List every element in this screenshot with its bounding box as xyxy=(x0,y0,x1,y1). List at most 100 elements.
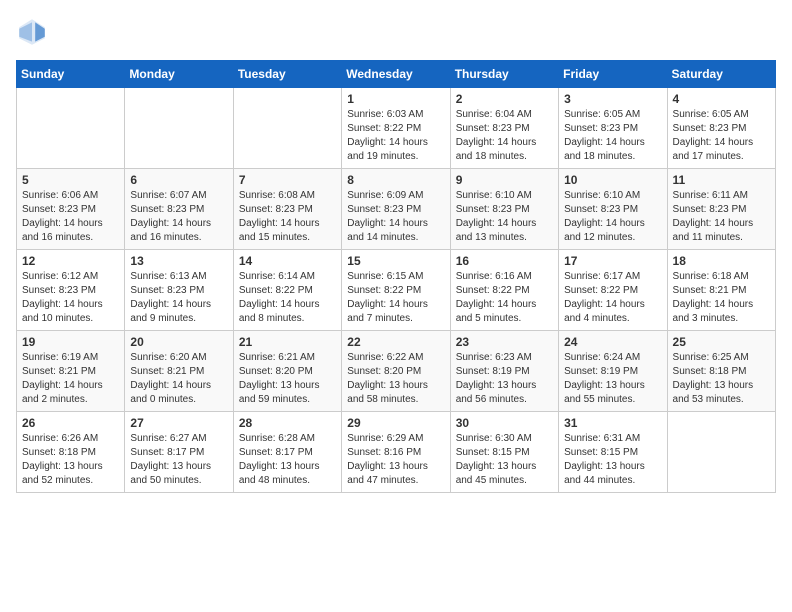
calendar-cell: 1Sunrise: 6:03 AM Sunset: 8:22 PM Daylig… xyxy=(342,88,450,169)
calendar-cell: 2 Sunrise: 6:04 AM Sunset: 8:23 PM Daylig… xyxy=(450,88,558,169)
logo-icon xyxy=(16,16,48,48)
day-number: 17 xyxy=(564,254,661,268)
page-header xyxy=(16,16,776,48)
day-info: Sunrise: 6:23 AM Sunset: 8:19 PM Dayligh… xyxy=(456,351,553,407)
day-info: Sunrise: 6:10 AM Sunset: 8:23 PM Dayligh… xyxy=(564,189,661,245)
day-number: 16 xyxy=(456,254,553,268)
calendar-cell: 31Sunrise: 6:31 AM Sunset: 8:15 PM Dayli… xyxy=(559,412,667,493)
day-number: 29 xyxy=(347,416,444,430)
day-info: Sunrise: 6:08 AM Sunset: 8:23 PM Dayligh… xyxy=(239,189,336,245)
calendar-cell: 27 Sunrise: 6:27 AM Sunset: 8:17 PM Dayli… xyxy=(125,412,233,493)
calendar-week-row: 19 Sunrise: 6:19 AM Sunset: 8:21 PM Dayli… xyxy=(17,331,776,412)
day-number: 10 xyxy=(564,173,661,187)
day-info: Sunrise: 6:29 AM Sunset: 8:16 PM Dayligh… xyxy=(347,432,444,488)
day-info: Sunrise: 6:30 AM Sunset: 8:15 PM Dayligh… xyxy=(456,432,553,488)
day-info: Sunrise: 6:05 AM Sunset: 8:23 PM Dayligh… xyxy=(564,108,661,164)
day-number: 24 xyxy=(564,335,661,349)
calendar-cell: 6 Sunrise: 6:07 AM Sunset: 8:23 PM Daylig… xyxy=(125,169,233,250)
day-number: 26 xyxy=(22,416,119,430)
day-info: Sunrise: 6:28 AM Sunset: 8:17 PM Dayligh… xyxy=(239,432,336,488)
day-info: Sunrise: 6:24 AM Sunset: 8:19 PM Dayligh… xyxy=(564,351,661,407)
calendar-cell: 21Sunrise: 6:21 AM Sunset: 8:20 PM Dayli… xyxy=(233,331,341,412)
day-number: 3 xyxy=(564,92,661,106)
days-of-week-row: SundayMondayTuesdayWednesdayThursdayFrid… xyxy=(17,61,776,88)
calendar-body: 1Sunrise: 6:03 AM Sunset: 8:22 PM Daylig… xyxy=(17,88,776,493)
day-info: Sunrise: 6:20 AM Sunset: 8:21 PM Dayligh… xyxy=(130,351,227,407)
day-info: Sunrise: 6:15 AM Sunset: 8:22 PM Dayligh… xyxy=(347,270,444,326)
calendar-cell xyxy=(233,88,341,169)
day-number: 4 xyxy=(673,92,770,106)
day-info: Sunrise: 6:14 AM Sunset: 8:22 PM Dayligh… xyxy=(239,270,336,326)
day-number: 1 xyxy=(347,92,444,106)
dow-header: Saturday xyxy=(667,61,775,88)
day-number: 28 xyxy=(239,416,336,430)
calendar-cell: 12Sunrise: 6:12 AM Sunset: 8:23 PM Dayli… xyxy=(17,250,125,331)
day-info: Sunrise: 6:19 AM Sunset: 8:21 PM Dayligh… xyxy=(22,351,119,407)
day-info: Sunrise: 6:06 AM Sunset: 8:23 PM Dayligh… xyxy=(22,189,119,245)
day-info: Sunrise: 6:17 AM Sunset: 8:22 PM Dayligh… xyxy=(564,270,661,326)
dow-header: Friday xyxy=(559,61,667,88)
day-number: 7 xyxy=(239,173,336,187)
calendar-cell: 23 Sunrise: 6:23 AM Sunset: 8:19 PM Dayli… xyxy=(450,331,558,412)
calendar-cell: 16Sunrise: 6:16 AM Sunset: 8:22 PM Dayli… xyxy=(450,250,558,331)
day-info: Sunrise: 6:10 AM Sunset: 8:23 PM Dayligh… xyxy=(456,189,553,245)
day-number: 13 xyxy=(130,254,227,268)
day-number: 2 xyxy=(456,92,553,106)
day-info: Sunrise: 6:27 AM Sunset: 8:17 PM Dayligh… xyxy=(130,432,227,488)
day-info: Sunrise: 6:22 AM Sunset: 8:20 PM Dayligh… xyxy=(347,351,444,407)
calendar-cell: 20Sunrise: 6:20 AM Sunset: 8:21 PM Dayli… xyxy=(125,331,233,412)
day-number: 25 xyxy=(673,335,770,349)
calendar-cell: 30 Sunrise: 6:30 AM Sunset: 8:15 PM Dayli… xyxy=(450,412,558,493)
calendar-cell: 17 Sunrise: 6:17 AM Sunset: 8:22 PM Dayli… xyxy=(559,250,667,331)
day-number: 30 xyxy=(456,416,553,430)
calendar-cell: 22 Sunrise: 6:22 AM Sunset: 8:20 PM Dayli… xyxy=(342,331,450,412)
dow-header: Monday xyxy=(125,61,233,88)
day-info: Sunrise: 6:18 AM Sunset: 8:21 PM Dayligh… xyxy=(673,270,770,326)
day-number: 21 xyxy=(239,335,336,349)
calendar-cell: 29 Sunrise: 6:29 AM Sunset: 8:16 PM Dayli… xyxy=(342,412,450,493)
day-number: 14 xyxy=(239,254,336,268)
calendar-cell: 5 Sunrise: 6:06 AM Sunset: 8:23 PM Daylig… xyxy=(17,169,125,250)
day-number: 27 xyxy=(130,416,227,430)
calendar-cell: 18 Sunrise: 6:18 AM Sunset: 8:21 PM Dayli… xyxy=(667,250,775,331)
calendar-cell: 25Sunrise: 6:25 AM Sunset: 8:18 PM Dayli… xyxy=(667,331,775,412)
calendar-cell: 9 Sunrise: 6:10 AM Sunset: 8:23 PM Daylig… xyxy=(450,169,558,250)
logo xyxy=(16,16,52,48)
calendar-cell: 14 Sunrise: 6:14 AM Sunset: 8:22 PM Dayli… xyxy=(233,250,341,331)
calendar-cell: 13 Sunrise: 6:13 AM Sunset: 8:23 PM Dayli… xyxy=(125,250,233,331)
calendar-cell: 24 Sunrise: 6:24 AM Sunset: 8:19 PM Dayli… xyxy=(559,331,667,412)
dow-header: Sunday xyxy=(17,61,125,88)
dow-header: Tuesday xyxy=(233,61,341,88)
calendar-week-row: 12Sunrise: 6:12 AM Sunset: 8:23 PM Dayli… xyxy=(17,250,776,331)
calendar-cell: 7 Sunrise: 6:08 AM Sunset: 8:23 PM Daylig… xyxy=(233,169,341,250)
calendar-cell xyxy=(125,88,233,169)
day-number: 8 xyxy=(347,173,444,187)
calendar-cell xyxy=(17,88,125,169)
dow-header: Thursday xyxy=(450,61,558,88)
calendar-cell: 28 Sunrise: 6:28 AM Sunset: 8:17 PM Dayli… xyxy=(233,412,341,493)
calendar-cell: 3 Sunrise: 6:05 AM Sunset: 8:23 PM Daylig… xyxy=(559,88,667,169)
calendar-cell: 19 Sunrise: 6:19 AM Sunset: 8:21 PM Dayli… xyxy=(17,331,125,412)
calendar-week-row: 1Sunrise: 6:03 AM Sunset: 8:22 PM Daylig… xyxy=(17,88,776,169)
day-info: Sunrise: 6:26 AM Sunset: 8:18 PM Dayligh… xyxy=(22,432,119,488)
day-number: 5 xyxy=(22,173,119,187)
day-info: Sunrise: 6:05 AM Sunset: 8:23 PM Dayligh… xyxy=(673,108,770,164)
day-info: Sunrise: 6:04 AM Sunset: 8:23 PM Dayligh… xyxy=(456,108,553,164)
day-info: Sunrise: 6:11 AM Sunset: 8:23 PM Dayligh… xyxy=(673,189,770,245)
calendar-week-row: 5 Sunrise: 6:06 AM Sunset: 8:23 PM Daylig… xyxy=(17,169,776,250)
day-number: 6 xyxy=(130,173,227,187)
calendar-cell: 11 Sunrise: 6:11 AM Sunset: 8:23 PM Dayli… xyxy=(667,169,775,250)
day-number: 19 xyxy=(22,335,119,349)
day-number: 22 xyxy=(347,335,444,349)
calendar-cell: 8Sunrise: 6:09 AM Sunset: 8:23 PM Daylig… xyxy=(342,169,450,250)
day-number: 15 xyxy=(347,254,444,268)
day-number: 11 xyxy=(673,173,770,187)
calendar-cell: 15 Sunrise: 6:15 AM Sunset: 8:22 PM Dayli… xyxy=(342,250,450,331)
day-number: 9 xyxy=(456,173,553,187)
day-info: Sunrise: 6:13 AM Sunset: 8:23 PM Dayligh… xyxy=(130,270,227,326)
day-number: 18 xyxy=(673,254,770,268)
day-number: 12 xyxy=(22,254,119,268)
day-number: 23 xyxy=(456,335,553,349)
day-info: Sunrise: 6:07 AM Sunset: 8:23 PM Dayligh… xyxy=(130,189,227,245)
calendar-cell xyxy=(667,412,775,493)
